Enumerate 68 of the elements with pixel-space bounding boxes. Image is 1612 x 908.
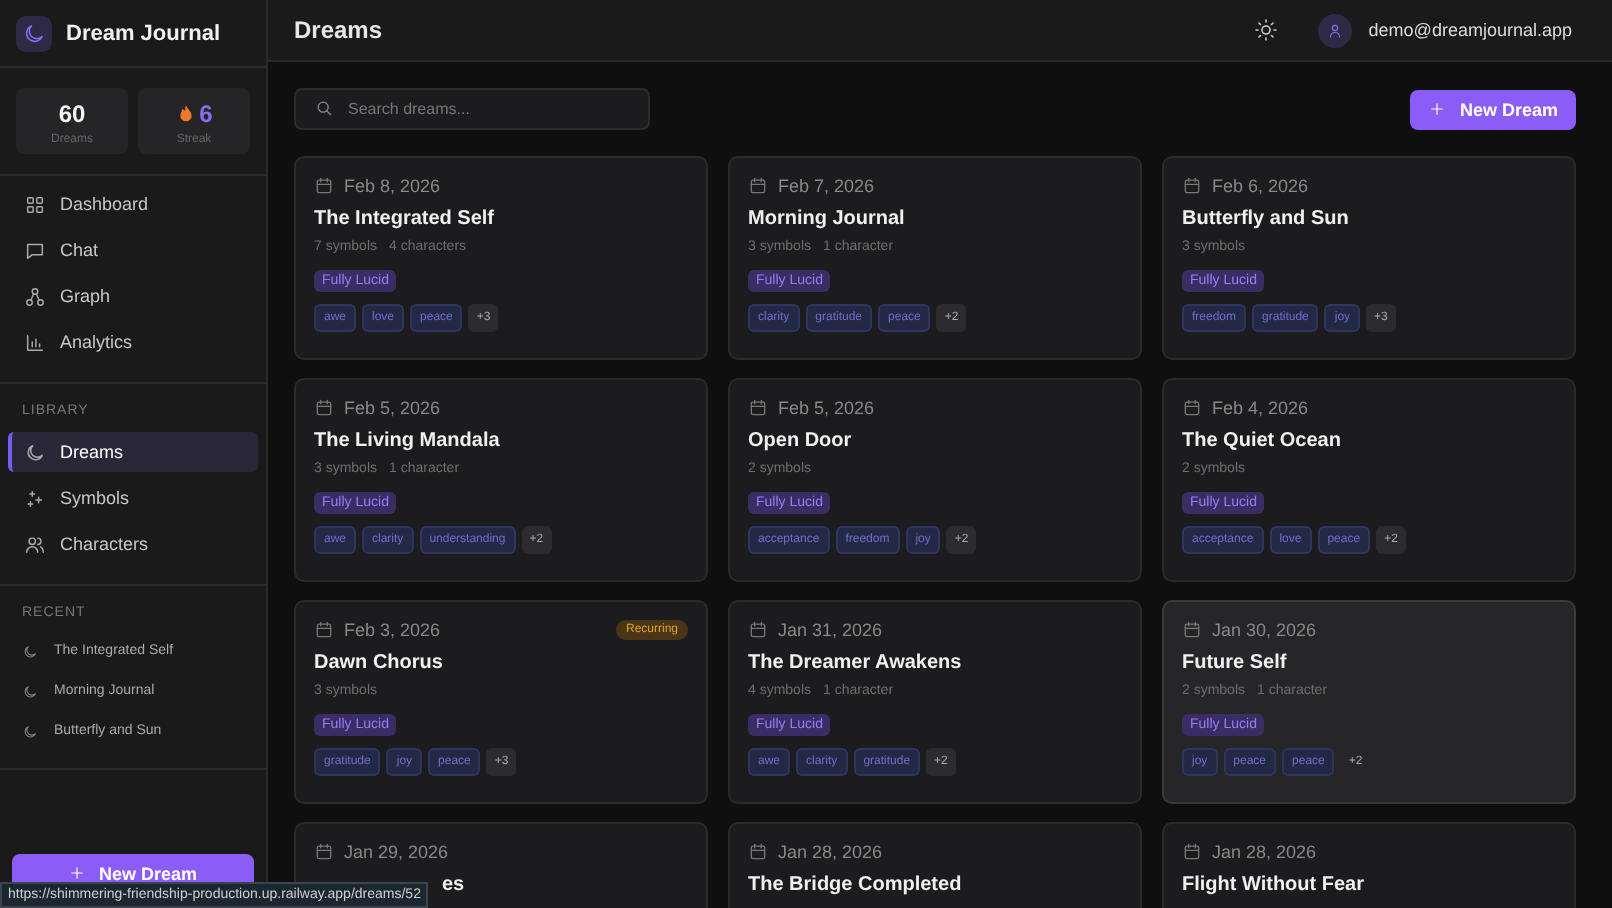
- dream-title: Open Door: [748, 430, 854, 452]
- calendar-icon: [314, 176, 334, 196]
- moon-icon: [24, 441, 46, 463]
- dream-card[interactable]: Jan 28, 2026 The Bridge Completed: [728, 822, 1142, 908]
- calendar-icon: [1182, 842, 1202, 862]
- dream-title: Dawn Chorus: [314, 652, 445, 674]
- moon-icon: [22, 683, 38, 699]
- dream-title: Morning Journal: [748, 208, 907, 230]
- nav-item[interactable]: Dashboard: [8, 184, 258, 224]
- dream-date: Jan 29, 2026: [344, 842, 449, 862]
- moon-icon: [22, 643, 38, 659]
- nodes-icon: [24, 285, 46, 307]
- moon-icon: [22, 723, 38, 739]
- dream-title: The Integrated Self: [314, 208, 497, 230]
- user-avatar-icon[interactable]: [1318, 13, 1353, 47]
- nav-item[interactable]: Chat: [8, 230, 258, 270]
- dream-card[interactable]: Jan 28, 2026 Flight Without Fear: [1162, 822, 1576, 908]
- dream-date: Feb 4, 2026: [1212, 398, 1309, 418]
- stat-value: 6: [199, 100, 213, 128]
- page-title: Dreams: [294, 16, 383, 44]
- nav-item[interactable]: Dreams: [8, 432, 258, 472]
- dream-date: Feb 5, 2026: [344, 398, 441, 418]
- calendar-icon: [748, 842, 768, 862]
- dream-title: Butterfly and Sun: [1182, 208, 1351, 230]
- dream-date: Feb 5, 2026: [778, 398, 875, 418]
- people-icon: [24, 533, 46, 555]
- dream-date: Feb 8, 2026: [344, 176, 441, 196]
- dream-title: The Dreamer Awakens: [748, 652, 964, 674]
- app-name: Dream Journal: [66, 21, 221, 45]
- grid-icon: [24, 193, 46, 215]
- dream-date: Jan 28, 2026: [1212, 842, 1317, 862]
- nav-item[interactable]: Characters: [8, 524, 258, 564]
- calendar-icon: [748, 398, 768, 418]
- dream-title: Future Self: [1182, 652, 1289, 674]
- dream-title: The Bridge Completed: [748, 874, 964, 896]
- dream-date: Feb 7, 2026: [778, 176, 875, 196]
- search-field[interactable]: Search dreams...: [294, 88, 650, 130]
- plus-icon: [68, 864, 87, 882]
- dream-title: Flight Without Fear: [1182, 874, 1367, 896]
- dream-date: Feb 6, 2026: [1212, 176, 1309, 196]
- sun-icon[interactable]: [1254, 18, 1279, 42]
- dream-title: The Quiet Ocean: [1182, 430, 1343, 452]
- stat-value: 60: [58, 100, 86, 128]
- calendar-icon: [1182, 176, 1202, 196]
- dream-date: Feb 3, 2026: [344, 620, 441, 640]
- chat-icon: [24, 239, 46, 261]
- user-email: demo@dreamjournal.app: [1368, 20, 1572, 40]
- dream-title: The Living Mandala: [314, 430, 502, 452]
- bar-chart-icon: [24, 331, 46, 353]
- plus-icon: [1427, 100, 1446, 118]
- calendar-icon: [314, 620, 334, 640]
- sparkles-icon: [24, 487, 46, 509]
- dream-date: Jan 31, 2026: [778, 620, 883, 640]
- calendar-icon: [314, 398, 334, 418]
- dream-date: Jan 28, 2026: [778, 842, 883, 862]
- moon-logo-icon: [16, 15, 52, 51]
- dream-date: Jan 30, 2026: [1212, 620, 1317, 640]
- nav-item[interactable]: Graph: [8, 276, 258, 316]
- calendar-icon: [314, 842, 334, 862]
- calendar-icon: [748, 620, 768, 640]
- calendar-icon: [1182, 620, 1202, 640]
- calendar-icon: [1182, 398, 1202, 418]
- nav-item[interactable]: Symbols: [8, 478, 258, 518]
- new-dream-button[interactable]: New Dream: [1409, 89, 1576, 129]
- calendar-icon: [748, 176, 768, 196]
- nav-item[interactable]: Analytics: [8, 322, 258, 362]
- flame-icon: [175, 104, 196, 124]
- search-icon: [314, 98, 334, 118]
